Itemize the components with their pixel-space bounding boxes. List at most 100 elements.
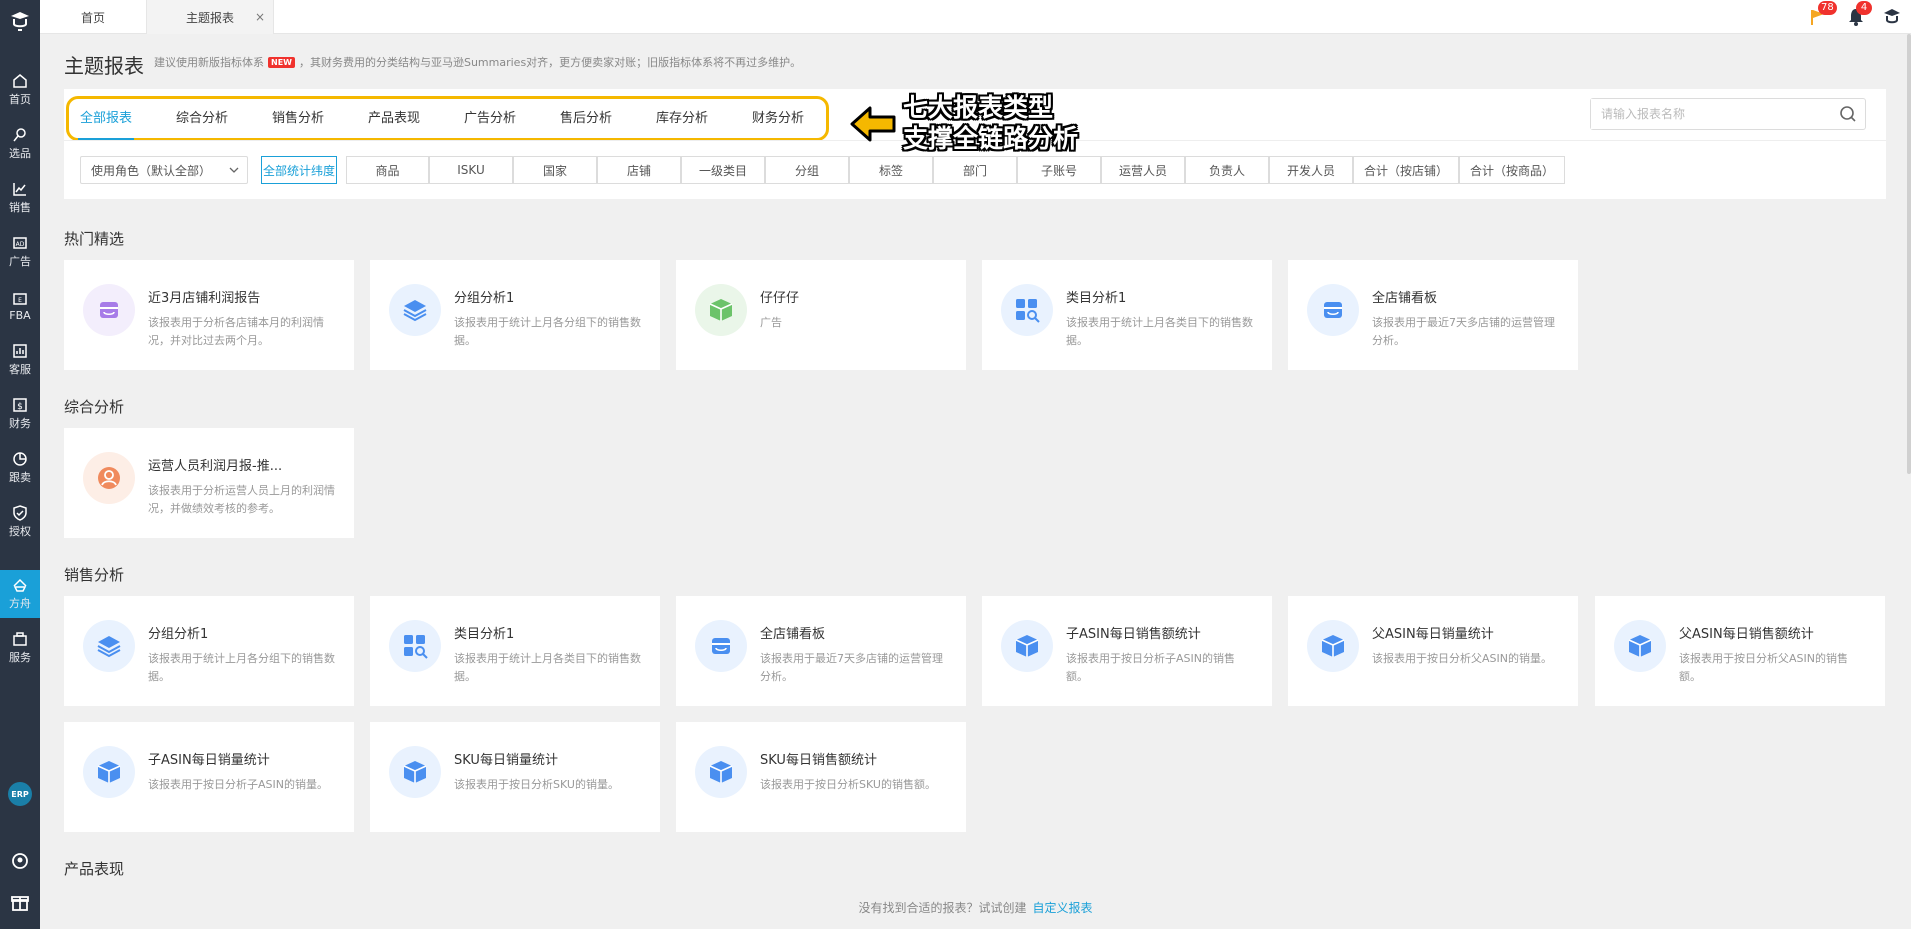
tab-theme-report[interactable]: 主题报表 ×: [146, 0, 274, 34]
card-desc: 该报表用于统计上月各类目下的销售数据。: [1066, 316, 1253, 347]
finance-icon: $: [13, 398, 27, 412]
bell-icon[interactable]: 4: [1846, 1, 1872, 27]
report-card[interactable]: 子ASIN每日销售额统计 该报表用于按日分析子ASIN的销售额。: [982, 596, 1272, 706]
pie-icon: [13, 452, 27, 466]
report-card[interactable]: 子ASIN每日销量统计 该报表用于按日分析子ASIN的销量。: [64, 722, 354, 832]
report-search[interactable]: [1590, 98, 1866, 130]
card-desc: 该报表用于按日分析子ASIN的销量。: [148, 778, 328, 791]
tab-general-analysis[interactable]: 综合分析: [176, 107, 228, 126]
dim-department[interactable]: 部门: [933, 156, 1017, 184]
dim-tag[interactable]: 标签: [849, 156, 933, 184]
report-card[interactable]: 分组分析1 该报表用于统计上月各分组下的销售数据。: [370, 260, 660, 370]
card-title: 子ASIN每日销量统计: [148, 753, 270, 768]
ad-icon: AD: [13, 237, 27, 249]
report-card[interactable]: 全店铺看板 该报表用于最近7天多店铺的运营管理分析。: [1288, 260, 1578, 370]
report-card[interactable]: 运营人员利润月报-推... 该报表用于分析运营人员上月的利润情况，并做绩效考核的…: [64, 428, 354, 538]
sidebar-item-auth[interactable]: 授权: [0, 498, 40, 546]
report-card[interactable]: 全店铺看板 该报表用于最近7天多店铺的运营管理分析。: [676, 596, 966, 706]
flag-icon[interactable]: 78: [1808, 1, 1837, 27]
tab-home[interactable]: 首页: [40, 0, 146, 34]
erp-badge[interactable]: ERP: [8, 782, 32, 806]
dim-operator[interactable]: 运营人员: [1101, 156, 1185, 184]
store-icon: [1307, 284, 1359, 336]
box-icon: [1614, 620, 1666, 672]
dim-total-product[interactable]: 合计（按商品）: [1459, 156, 1565, 184]
sidebar-item-ark[interactable]: 方舟: [0, 570, 40, 618]
dim-total-store[interactable]: 合计（按店铺）: [1353, 156, 1459, 184]
report-card[interactable]: 父ASIN每日销售额统计 该报表用于按日分析父ASIN的销售额。: [1595, 596, 1885, 706]
sidebar-item-fba[interactable]: E FBA: [0, 282, 40, 330]
logo-icon[interactable]: [8, 10, 32, 34]
custom-report-link[interactable]: 自定义报表: [1033, 901, 1093, 915]
dim-product[interactable]: 商品: [346, 156, 429, 184]
report-card[interactable]: 类目分析1 该报表用于统计上月各类目下的销售数据。: [982, 260, 1272, 370]
sidebar-item-follow[interactable]: 跟卖: [0, 444, 40, 492]
dim-owner[interactable]: 负责人: [1185, 156, 1269, 184]
tab-product-performance[interactable]: 产品表现: [368, 107, 420, 126]
report-card[interactable]: SKU每日销售额统计 该报表用于按日分析SKU的销售额。: [676, 722, 966, 832]
card-desc: 该报表用于按日分析SKU的销量。: [454, 778, 619, 791]
report-card[interactable]: 类目分析1 该报表用于统计上月各类目下的销售数据。: [370, 596, 660, 706]
card-title: 类目分析1: [1066, 291, 1127, 306]
store-icon: [695, 620, 747, 672]
svg-text:AD: AD: [16, 241, 25, 248]
sidebar-item-label: 广告: [9, 255, 31, 268]
sidebar-item-ads[interactable]: AD 广告: [0, 228, 40, 276]
arrow-left-icon: [850, 106, 896, 142]
person-icon: [83, 452, 135, 504]
role-select[interactable]: 使用角色（默认全部）: [80, 156, 248, 184]
sidebar-item-sales[interactable]: 销售: [0, 174, 40, 222]
tab-ad-analysis[interactable]: 广告分析: [464, 107, 516, 126]
card-desc: 该报表用于统计上月各分组下的销售数据。: [454, 316, 641, 347]
report-card[interactable]: 近3月店铺利润报告 该报表用于分析各店铺本月的利润情况，并对比过去两个月。: [64, 260, 354, 370]
search-icon[interactable]: [1839, 105, 1857, 123]
dim-developer[interactable]: 开发人员: [1269, 156, 1353, 184]
report-card[interactable]: 父ASIN每日销量统计 该报表用于按日分析父ASIN的销量。: [1288, 596, 1578, 706]
dim-group[interactable]: 分组: [765, 156, 849, 184]
card-desc: 该报表用于最近7天多店铺的运营管理分析。: [760, 652, 943, 683]
report-card[interactable]: 分组分析1 该报表用于统计上月各分组下的销售数据。: [64, 596, 354, 706]
box-icon: [695, 284, 747, 336]
close-icon[interactable]: ×: [255, 10, 265, 24]
dim-store[interactable]: 店铺: [597, 156, 681, 184]
tab-inventory-analysis[interactable]: 库存分析: [656, 107, 708, 126]
tab-aftersale-analysis[interactable]: 售后分析: [560, 107, 612, 126]
card-desc: 该报表用于统计上月各类目下的销售数据。: [454, 652, 641, 683]
box-icon: [1001, 620, 1053, 672]
footer-hint: 没有找到合适的报表？试试创建 自定义报表: [858, 901, 1093, 915]
sidebar-item-service[interactable]: 客服: [0, 336, 40, 384]
sidebar-item-selection[interactable]: 选品: [0, 120, 40, 168]
sidebar-item-services[interactable]: 服务: [0, 624, 40, 672]
sidebar-item-home[interactable]: 首页: [0, 66, 40, 114]
scrollbar[interactable]: [1907, 34, 1911, 474]
sidebar-item-label: 销售: [9, 201, 31, 214]
sidebar-item-label: 服务: [9, 651, 31, 664]
card-title: 全店铺看板: [760, 627, 826, 642]
dim-country[interactable]: 国家: [513, 156, 597, 184]
sidebar-item-label: 授权: [9, 525, 31, 538]
dim-subaccount[interactable]: 子账号: [1017, 156, 1101, 184]
flag-count-badge: 78: [1818, 1, 1837, 15]
dim-category[interactable]: 一级类目: [681, 156, 765, 184]
card-title: 子ASIN每日销售额统计: [1066, 627, 1201, 642]
box-icon: [695, 746, 747, 798]
avatar[interactable]: [1882, 7, 1902, 27]
help-icon[interactable]: [10, 851, 30, 871]
search-input[interactable]: [1591, 99, 1821, 129]
card-desc: 该报表用于分析各店铺本月的利润情况，并对比过去两个月。: [148, 316, 324, 347]
report-card[interactable]: 仔仔仔 广告: [676, 260, 966, 370]
sidebar-item-label: 首页: [9, 93, 31, 106]
report-card[interactable]: SKU每日销量统计 该报表用于按日分析SKU的销量。: [370, 722, 660, 832]
sidebar-item-finance[interactable]: $ 财务: [0, 390, 40, 438]
dim-isku[interactable]: ISKU: [429, 156, 513, 184]
tab-sales-analysis[interactable]: 销售分析: [272, 107, 324, 126]
section-title-sales: 销售分析: [64, 566, 125, 584]
dim-all[interactable]: 全部统计纬度: [261, 156, 337, 184]
svg-text:$: $: [17, 402, 23, 412]
service-icon: [13, 344, 27, 358]
card-title: 仔仔仔: [760, 291, 800, 306]
card-desc: 该报表用于按日分析父ASIN的销量。: [1372, 652, 1552, 665]
box-icon: [83, 746, 135, 798]
tab-all-reports[interactable]: 全部报表: [80, 107, 132, 126]
tab-finance-analysis[interactable]: 财务分析: [752, 107, 804, 126]
